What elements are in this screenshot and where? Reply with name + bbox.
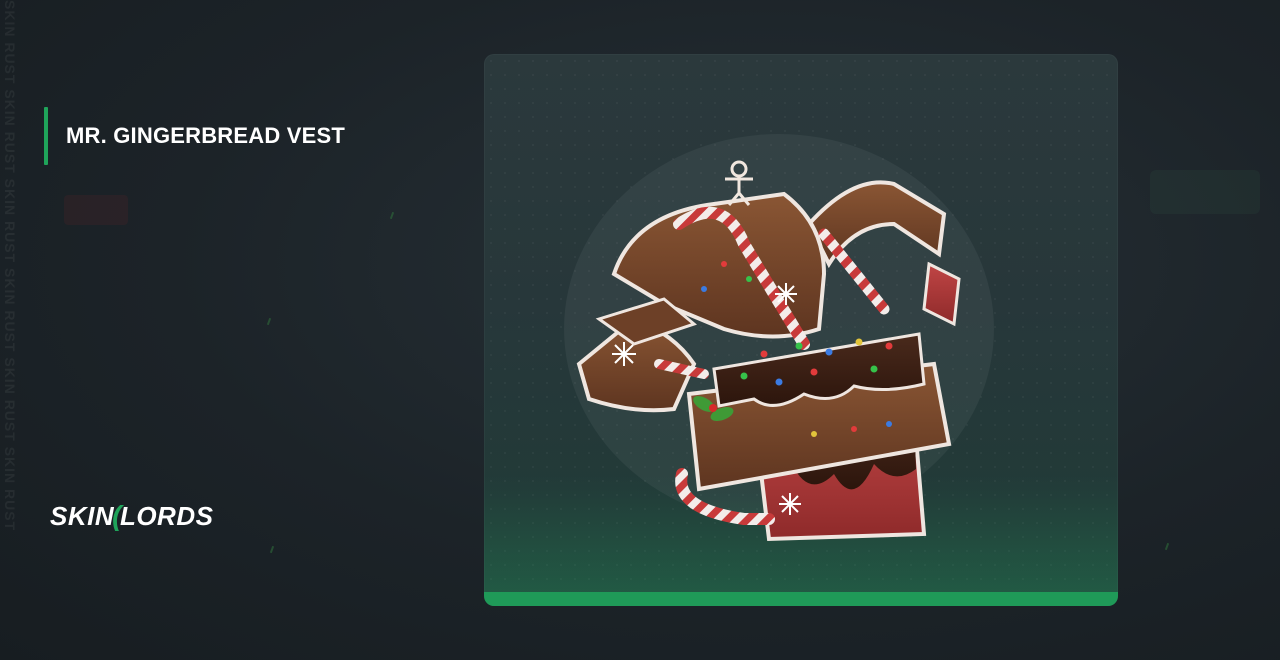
watermark-text: SKIN RUST SKIN RUST SKIN RUST SKIN RUST … (2, 0, 18, 532)
title-accent-bar (44, 107, 48, 165)
skinlords-logo: SKIN ( LORDS (50, 500, 213, 532)
ghost-tag (64, 195, 128, 225)
right-ghost-panel (1150, 170, 1260, 214)
item-card (484, 54, 1118, 606)
logo-right-text: LORDS (119, 500, 214, 531)
card-accent-bar (484, 592, 1118, 606)
title-block: MR. GINGERBREAD VEST (44, 107, 345, 165)
side-watermark: SKIN RUST SKIN RUST SKIN RUST SKIN RUST … (0, 0, 22, 660)
gingerbread-vest-image (564, 134, 994, 542)
logo-left-text: SKIN (50, 500, 115, 531)
item-title: MR. GINGERBREAD VEST (66, 123, 346, 148)
